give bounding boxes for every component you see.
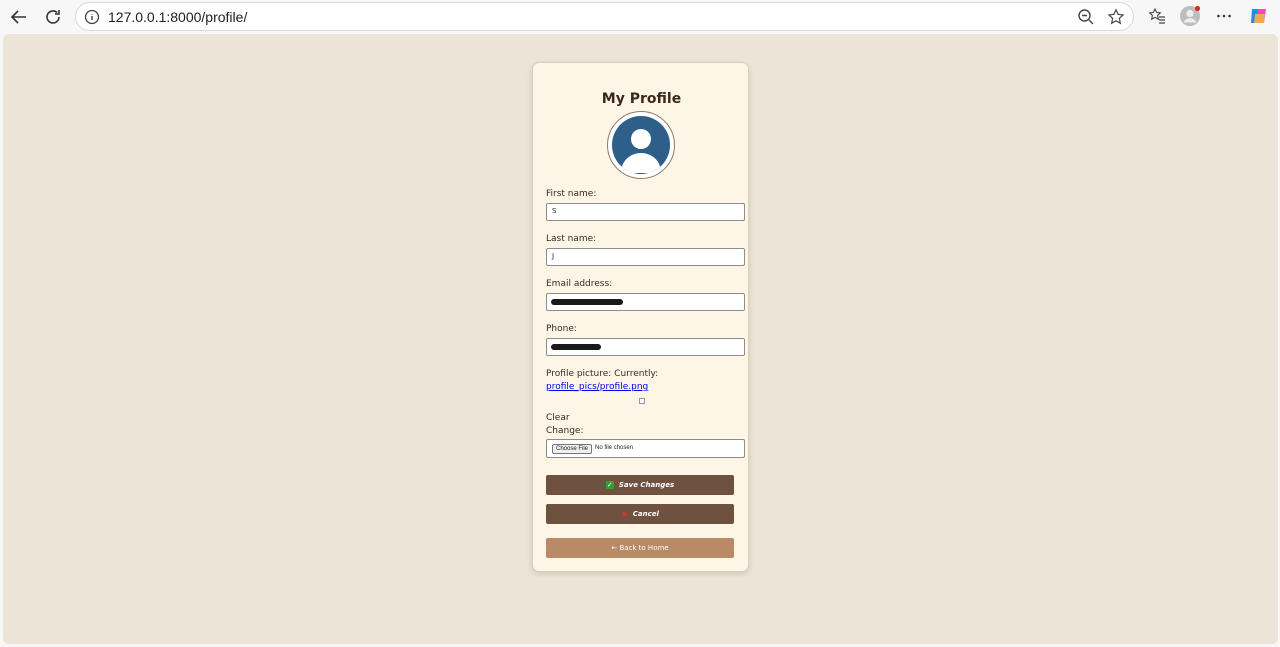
file-input[interactable]: Choose File No file chosen — [546, 439, 745, 458]
clear-checkbox[interactable] — [639, 398, 645, 404]
page-title: My Profile — [601, 91, 682, 107]
last-name-label: Last name: — [546, 234, 597, 244]
user-avatar-icon — [612, 116, 670, 174]
cross-icon: ✖ — [621, 509, 628, 519]
profile-avatar-icon[interactable] — [1179, 5, 1201, 27]
profile-picture-link[interactable]: profile_pics/profile.png — [546, 382, 648, 392]
copilot-icon[interactable] — [1248, 5, 1270, 27]
avatar — [607, 111, 675, 179]
save-changes-button[interactable]: ✓ Save Changes — [546, 475, 734, 495]
choose-file-button[interactable]: Choose File — [552, 444, 593, 454]
back-to-home-label: ← Back to Home — [611, 544, 669, 552]
favorites-icon[interactable] — [1146, 5, 1168, 27]
profile-picture-label: Profile picture: Currently: — [546, 369, 659, 379]
back-arrow-icon[interactable] — [8, 6, 30, 28]
cancel-button[interactable]: ✖ Cancel — [546, 504, 734, 524]
url-text[interactable]: 127.0.0.1:8000/profile/ — [108, 9, 247, 25]
save-changes-label: Save Changes — [618, 481, 675, 489]
phone-input[interactable] — [546, 338, 745, 356]
email-label: Email address: — [546, 279, 613, 289]
back-to-home-button[interactable]: ← Back to Home — [546, 538, 734, 558]
redaction-mark — [551, 299, 623, 305]
file-status-text: No file chosen — [595, 445, 634, 451]
page-viewport: My Profile First name: S Last name: J Em… — [3, 34, 1278, 644]
clear-label: Clear — [546, 413, 570, 423]
change-label: Change: — [546, 426, 584, 436]
refresh-icon[interactable] — [42, 6, 64, 28]
email-input[interactable] — [546, 293, 745, 311]
first-name-label: First name: — [546, 189, 597, 199]
phone-label: Phone: — [546, 324, 577, 334]
last-name-input[interactable]: J — [546, 248, 745, 266]
browser-toolbar: 127.0.0.1:8000/profile/ — [0, 0, 1280, 33]
cancel-label: Cancel — [632, 510, 659, 518]
profile-card: My Profile First name: S Last name: J Em… — [532, 62, 749, 572]
redaction-mark — [551, 344, 601, 350]
more-icon[interactable] — [1213, 5, 1235, 27]
address-bar[interactable]: 127.0.0.1:8000/profile/ — [75, 2, 1134, 31]
zoom-out-icon[interactable] — [1077, 8, 1095, 26]
info-icon[interactable] — [84, 9, 100, 25]
check-icon: ✓ — [605, 481, 614, 489]
star-icon[interactable] — [1107, 8, 1125, 26]
first-name-input[interactable]: S — [546, 203, 745, 221]
